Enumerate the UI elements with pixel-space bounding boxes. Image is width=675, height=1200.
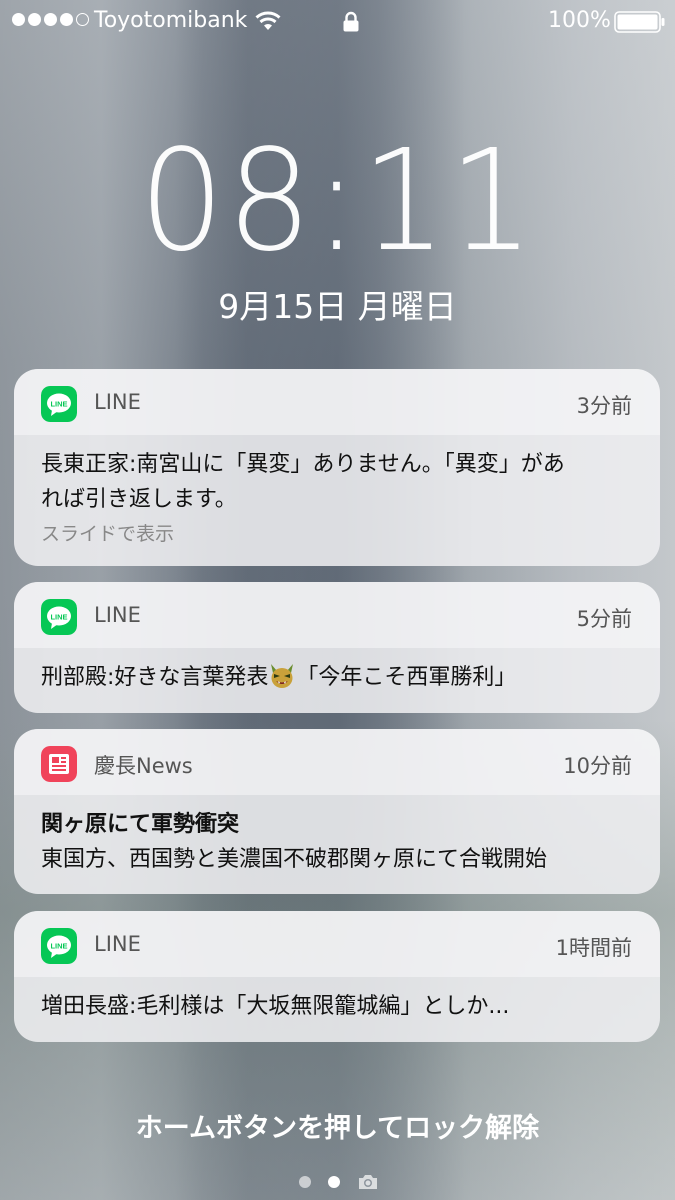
lock-screen-date: 9月15日 月曜日 (218, 287, 457, 326)
notification-text: 刑部殿:好きな言葉発表 (41, 665, 269, 690)
notification-card[interactable]: 慶長News 10分前 関ヶ原にて軍勢衝突 東国方、西国勢と美濃国不破郡関ヶ原に… (14, 729, 660, 894)
demon-face-emoji (271, 664, 294, 688)
notification-time: 1時間前 (555, 936, 632, 960)
status-bar: Toyotomibank 100% (0, 0, 675, 42)
line-app-icon: LINE (41, 386, 77, 422)
signal-strength-icon (12, 13, 89, 26)
notification-header: LINE LINE 3分前 (14, 369, 660, 435)
notification-body: 刑部殿:好きな言葉発表 「今年こそ西軍勝利」 (14, 648, 660, 695)
unlock-hint: ホームボタンを押してロック解除 (135, 1113, 540, 1144)
notification-card[interactable]: LINE LINE 1時間前 増田長盛:毛利様は「大坂無限籠城編」としか... (14, 911, 660, 1042)
notification-time: 5分前 (576, 607, 632, 631)
line-app-icon: LINE (41, 928, 77, 964)
battery-percentage: 100% (548, 8, 611, 33)
notification-app-name: LINE (94, 390, 141, 414)
notification-text: 増田長盛:毛利様は「大坂無限籠城編」としか... (41, 994, 510, 1019)
svg-text:LINE: LINE (50, 942, 67, 951)
notification-card[interactable]: LINE LINE 3分前 長東正家:南宮山に「異変」ありません。「異変」があ … (14, 369, 660, 566)
camera-icon[interactable] (357, 1173, 379, 1191)
notification-text-line: れば引き返します。 (41, 487, 237, 512)
line-app-icon: LINE (41, 599, 77, 635)
lock-icon (342, 11, 360, 39)
svg-text:LINE: LINE (50, 400, 67, 409)
notification-text: 「今年こそ西軍勝利」 (296, 665, 517, 690)
notification-body: 長東正家:南宮山に「異変」ありません。「異変」があ れば引き返します。 スライド… (14, 435, 660, 551)
notification-card[interactable]: LINE LINE 5分前 刑部殿:好きな言葉発表 「今年こそ西軍勝利」 (14, 582, 660, 713)
carrier-name: Toyotomibank (94, 8, 248, 33)
wifi-icon (254, 10, 282, 38)
lock-screen-clock: 08:11 (139, 120, 536, 283)
notification-header: LINE LINE 5分前 (14, 582, 660, 648)
notification-app-name: 慶長News (94, 754, 193, 778)
battery-icon (614, 11, 666, 39)
slide-to-view-hint: スライドで表示 (41, 523, 175, 545)
notification-header: LINE LINE 1時間前 (14, 911, 660, 977)
page-dot-active[interactable] (328, 1176, 340, 1188)
notification-time: 10分前 (563, 754, 632, 778)
svg-text:LINE: LINE (50, 613, 67, 622)
notification-body: 関ヶ原にて軍勢衝突 東国方、西国勢と美濃国不破郡関ヶ原にて合戦開始 (14, 795, 660, 877)
news-app-icon (41, 746, 77, 782)
notification-app-name: LINE (94, 932, 141, 956)
page-dot[interactable] (299, 1176, 311, 1188)
notification-app-name: LINE (94, 603, 141, 627)
notification-header: 慶長News 10分前 (14, 729, 660, 795)
notification-text: 東国方、西国勢と美濃国不破郡関ヶ原にて合戦開始 (41, 847, 548, 872)
notification-time: 3分前 (576, 394, 632, 418)
notification-text-line: 長東正家:南宮山に「異変」ありません。「異変」があ (41, 452, 565, 477)
page-indicator[interactable] (299, 1173, 379, 1191)
notification-body: 増田長盛:毛利様は「大坂無限籠城編」としか... (14, 977, 660, 1024)
notification-title: 関ヶ原にて軍勢衝突 (41, 812, 240, 837)
